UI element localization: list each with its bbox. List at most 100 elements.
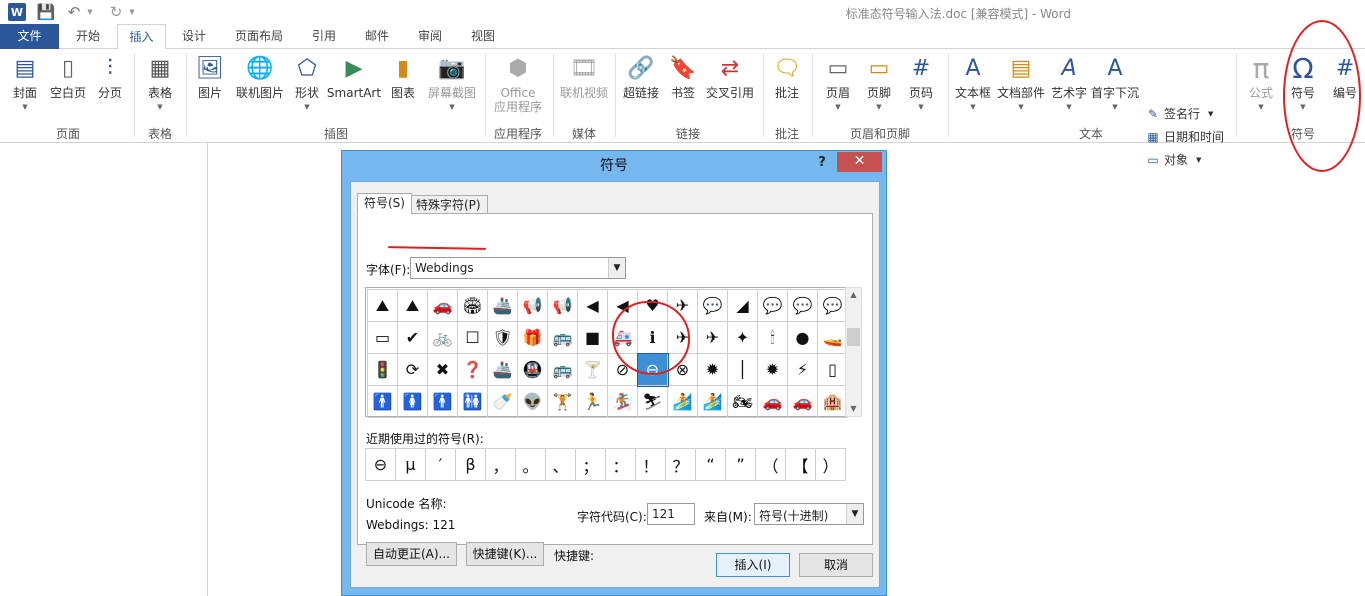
autocorrect-button[interactable]: 自动更正(A)... <box>366 542 457 566</box>
crossref-button[interactable]: ⇄ 交叉引用 <box>704 53 756 101</box>
picture-button[interactable]: 🖼 图片 <box>193 53 227 101</box>
recent-symbol-cell[interactable]: 【 <box>785 448 816 481</box>
tab-layout[interactable]: 页面布局 <box>222 24 296 49</box>
word-app-icon[interactable]: W <box>8 3 26 21</box>
shortcut-key-button[interactable]: 快捷键(K)... <box>466 542 544 566</box>
symbol-cell[interactable]: ✖ <box>427 353 458 386</box>
symbol-cell[interactable]: 🛡 <box>487 321 518 354</box>
symbol-cell[interactable]: 🚹 <box>427 385 458 418</box>
symbol-cell[interactable]: ● <box>787 321 818 354</box>
symbol-cell[interactable]: 🏍 <box>727 385 758 418</box>
symbol-cell[interactable]: 🚺 <box>397 385 428 418</box>
equation-button[interactable]: π 公式 ▼ <box>1243 52 1279 112</box>
recent-symbol-cell[interactable]: ？ <box>665 448 696 481</box>
page-number-button[interactable]: # 页码 ▼ <box>903 53 939 112</box>
symbol-cell[interactable]: ❓ <box>457 353 488 386</box>
symbol-cell[interactable]: 🚦 <box>367 353 398 386</box>
tab-view[interactable]: 视图 <box>458 24 508 49</box>
symbol-cell[interactable]: 🚌 <box>547 353 578 386</box>
bookmark-button[interactable]: 🔖 书签 <box>666 53 700 101</box>
symbol-cell[interactable]: 🚤 <box>817 321 848 354</box>
symbol-cell[interactable]: ⛰ <box>397 289 428 322</box>
scroll-thumb[interactable] <box>847 328 860 346</box>
page-break-button[interactable]: ⫶ 分页 <box>93 53 127 101</box>
symbol-cell[interactable]: 🏨 <box>817 385 848 418</box>
redo-icon[interactable]: ↻ <box>108 3 124 21</box>
recent-symbol-cell[interactable]: β <box>455 448 486 481</box>
undo-icon[interactable]: ↶ <box>66 3 82 21</box>
symbol-cell[interactable]: 💬 <box>757 289 788 322</box>
symbol-cell[interactable]: 🏃 <box>577 385 608 418</box>
symbol-cell[interactable]: 🏄 <box>697 385 728 418</box>
symbol-cell[interactable]: 📢 <box>547 289 578 322</box>
tab-home[interactable]: 开始 <box>63 24 113 49</box>
symbol-cell[interactable]: ⚡ <box>787 353 818 386</box>
insert-button[interactable]: 插入(I) <box>716 553 790 577</box>
recent-symbol-cell[interactable]: ⊖ <box>365 448 396 481</box>
recent-symbol-cell[interactable]: ′ <box>425 448 456 481</box>
symbol-cell[interactable]: 🎁 <box>517 321 548 354</box>
recent-symbol-cell[interactable]: ； <box>575 448 606 481</box>
tab-design[interactable]: 设计 <box>170 24 218 49</box>
symbol-cell[interactable]: 🚗 <box>787 385 818 418</box>
recent-symbol-cell[interactable]: ： <box>605 448 636 481</box>
table-button[interactable]: ▦ 表格 ▼ <box>142 53 178 112</box>
symbol-cell[interactable]: 🚢 <box>487 289 518 322</box>
symbol-cell[interactable]: 🚢 <box>487 353 518 386</box>
dropcap-button[interactable]: A 首字下沉 ▼ <box>1089 53 1141 112</box>
tab-file[interactable]: 文件 <box>0 24 59 49</box>
symbol-cell[interactable]: ⟳ <box>397 353 428 386</box>
recent-symbol-cell[interactable]: 。 <box>515 448 546 481</box>
symbol-cell[interactable]: 💬 <box>787 289 818 322</box>
blank-page-button[interactable]: ▯ 空白页 <box>47 53 89 101</box>
recent-symbol-cell[interactable]: （ <box>755 448 786 481</box>
redo-dropdown-icon[interactable]: ▼ <box>128 3 136 21</box>
chart-button[interactable]: ▮ 图表 <box>387 53 419 101</box>
symbol-cell[interactable]: 🚻 <box>457 385 488 418</box>
symbol-cell[interactable]: 🚌 <box>547 321 578 354</box>
symbol-cell[interactable]: 🚗 <box>427 289 458 322</box>
hyperlink-button[interactable]: 🔗 超链接 <box>620 53 662 101</box>
tab-references[interactable]: 引用 <box>300 24 348 49</box>
symbol-cell[interactable]: 🕯 <box>757 321 788 354</box>
object-button[interactable]: ▭ 对象 ▼ <box>1145 151 1201 168</box>
symbol-cell[interactable]: ✹ <box>757 353 788 386</box>
signature-line-button[interactable]: ✎ 签名行 ▼ <box>1145 105 1213 122</box>
symbol-cell[interactable]: ◀ <box>577 289 608 322</box>
tab-mailings[interactable]: 邮件 <box>352 24 402 49</box>
cancel-button[interactable]: 取消 <box>799 553 873 577</box>
recent-symbol-cell[interactable]: μ <box>395 448 426 481</box>
close-button[interactable]: ✕ <box>837 152 882 172</box>
symbol-cell[interactable]: ◢ <box>727 289 758 322</box>
tab-review[interactable]: 审阅 <box>406 24 454 49</box>
symbol-cell[interactable]: 🚗 <box>757 385 788 418</box>
symbol-cell[interactable]: ✈ <box>697 321 728 354</box>
symbol-cell[interactable]: ■ <box>577 321 608 354</box>
tab-special-characters[interactable]: 特殊字符(P) <box>409 195 488 215</box>
symbol-cell[interactable]: 🏄 <box>667 385 698 418</box>
font-select[interactable]: Webdings ▼ <box>410 257 626 279</box>
cover-button[interactable]: ▤ 封面 ▼ <box>8 53 42 112</box>
scroll-down-icon[interactable]: ▼ <box>846 402 861 416</box>
symbol-cell[interactable]: 🍸 <box>577 353 608 386</box>
symbol-cell[interactable]: ⛰ <box>367 289 398 322</box>
symbol-cell[interactable]: 🚹 <box>367 385 398 418</box>
symbol-cell[interactable]: ✦ <box>727 321 758 354</box>
online-video-button[interactable]: 🎞 联机视频 <box>557 53 611 101</box>
symbol-cell[interactable]: 🏂 <box>607 385 638 418</box>
symbol-cell[interactable]: ▭ <box>367 321 398 354</box>
symbol-cell[interactable]: ⛷ <box>637 385 668 418</box>
symbol-cell[interactable]: 💬 <box>817 289 848 322</box>
smartart-button[interactable]: ▶ SmartArt <box>327 53 381 101</box>
symbol-grid-scrollbar[interactable]: ▲ ▼ <box>845 287 862 417</box>
symbol-cell[interactable]: ✹ <box>697 353 728 386</box>
chevron-down-icon[interactable]: ▼ <box>846 504 863 524</box>
recent-symbol-cell[interactable]: “ <box>695 448 726 481</box>
recent-symbol-cell[interactable]: ” <box>725 448 756 481</box>
online-picture-button[interactable]: 🌐 联机图片 <box>232 53 288 101</box>
recent-symbol-cell[interactable]: 、 <box>545 448 576 481</box>
office-apps-button[interactable]: ⬢ Office 应用程序 <box>488 53 548 115</box>
recent-symbol-cell[interactable]: ， <box>485 448 516 481</box>
symbol-cell[interactable]: 🏋 <box>547 385 578 418</box>
undo-dropdown-icon[interactable]: ▼ <box>86 3 94 21</box>
